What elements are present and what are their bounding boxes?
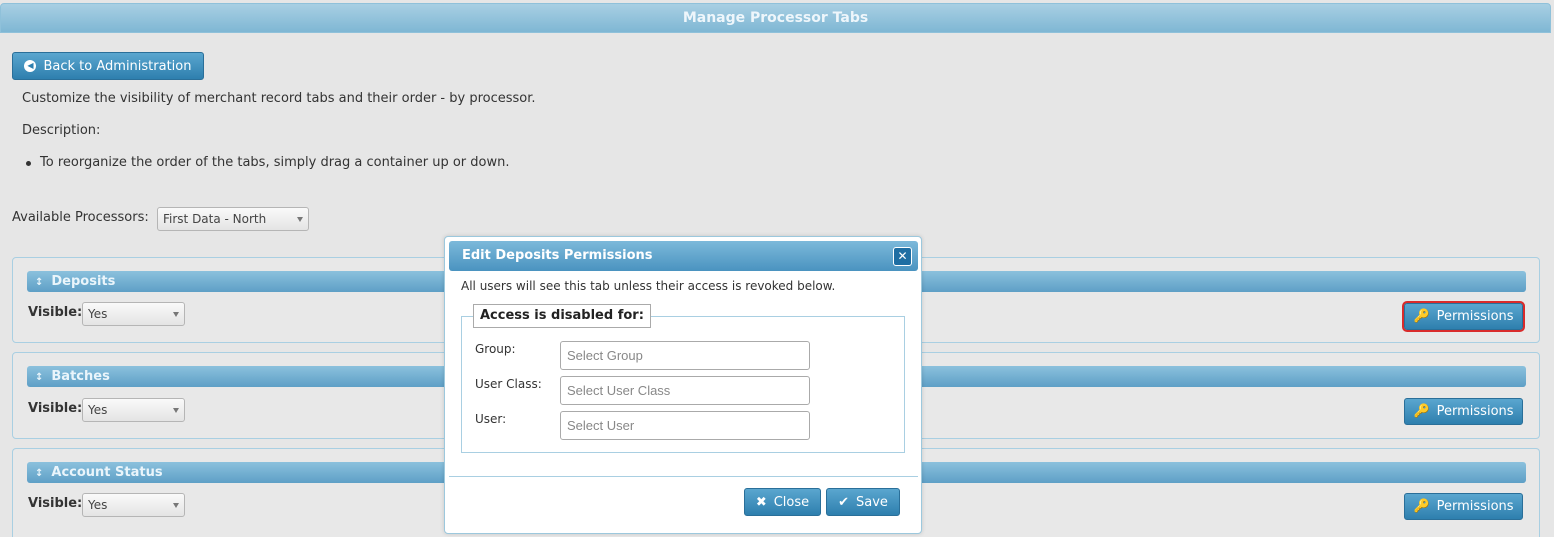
visible-select-deposits[interactable]: Yes (82, 302, 185, 326)
visible-select-batches[interactable]: Yes (82, 398, 185, 422)
back-button-label: Back to Administration (43, 58, 192, 74)
visible-label: Visible: (28, 401, 83, 416)
save-button-label: Save (855, 494, 888, 510)
close-button-label: Close (773, 494, 810, 510)
chevron-down-icon (297, 217, 303, 222)
dialog-title: Edit Deposits Permissions (462, 248, 653, 263)
visible-label: Visible: (28, 305, 83, 320)
drag-handle-icon: ↕ (35, 277, 44, 288)
dialog-titlebar[interactable]: Edit Deposits Permissions ✕ (449, 241, 918, 271)
page-title: Manage Processor Tabs (0, 3, 1551, 33)
panel-title: Account Status (51, 465, 163, 480)
group-label: Group: (475, 342, 516, 356)
dialog-message: All users will see this tab unless their… (461, 279, 836, 293)
panel-title: Deposits (51, 274, 116, 289)
group-input[interactable] (560, 341, 810, 370)
permissions-button-account-status[interactable]: 🔑 Permissions (1404, 493, 1523, 520)
key-icon: 🔑 (1413, 404, 1430, 419)
panel-title: Batches (51, 369, 110, 384)
permissions-label: Permissions (1436, 404, 1514, 419)
fieldset-legend: Access is disabled for: (473, 304, 651, 328)
instruction-text: To reorganize the order of the tabs, sim… (40, 155, 510, 170)
intro-text: Customize the visibility of merchant rec… (22, 91, 536, 106)
chevron-down-icon (173, 503, 179, 508)
bullet-dot (26, 161, 31, 166)
description-label: Description: (22, 123, 101, 138)
permissions-label: Permissions (1436, 309, 1514, 324)
edit-permissions-dialog: Edit Deposits Permissions ✕ All users wi… (444, 236, 922, 534)
permissions-button-batches[interactable]: 🔑 Permissions (1404, 398, 1523, 425)
user-label: User: (475, 412, 507, 426)
close-icon[interactable]: ✕ (893, 247, 912, 266)
check-icon: ✔ (838, 494, 849, 510)
permissions-button-deposits[interactable]: 🔑 Permissions (1402, 301, 1525, 332)
key-icon: 🔑 (1413, 309, 1430, 324)
visible-select-value: Yes (88, 403, 108, 417)
processor-select[interactable]: First Data - North (157, 207, 309, 231)
chevron-down-icon (173, 408, 179, 413)
user-class-label: User Class: (475, 377, 542, 391)
processor-select-value: First Data - North (163, 212, 267, 226)
access-fieldset: Access is disabled for: Group: User Clas… (461, 304, 905, 453)
close-button[interactable]: ✖ Close (744, 488, 821, 516)
circle-left-icon: ◀ (24, 60, 37, 72)
close-x-icon: ✖ (755, 494, 767, 510)
visible-select-value: Yes (88, 307, 108, 321)
dialog-divider (449, 476, 918, 477)
user-class-input[interactable] (560, 376, 810, 405)
drag-handle-icon: ↕ (35, 468, 44, 479)
drag-handle-icon: ↕ (35, 372, 44, 383)
key-icon: 🔑 (1413, 499, 1430, 514)
chevron-down-icon (173, 312, 179, 317)
visible-label: Visible: (28, 496, 83, 511)
permissions-label: Permissions (1436, 499, 1514, 514)
user-input[interactable] (560, 411, 810, 440)
back-to-administration-button[interactable]: ◀ Back to Administration (12, 52, 204, 80)
save-button[interactable]: ✔ Save (826, 488, 900, 516)
visible-select-value: Yes (88, 498, 108, 512)
processors-label: Available Processors: (12, 210, 149, 225)
instruction-bullet: To reorganize the order of the tabs, sim… (26, 155, 510, 170)
visible-select-account-status[interactable]: Yes (82, 493, 185, 517)
